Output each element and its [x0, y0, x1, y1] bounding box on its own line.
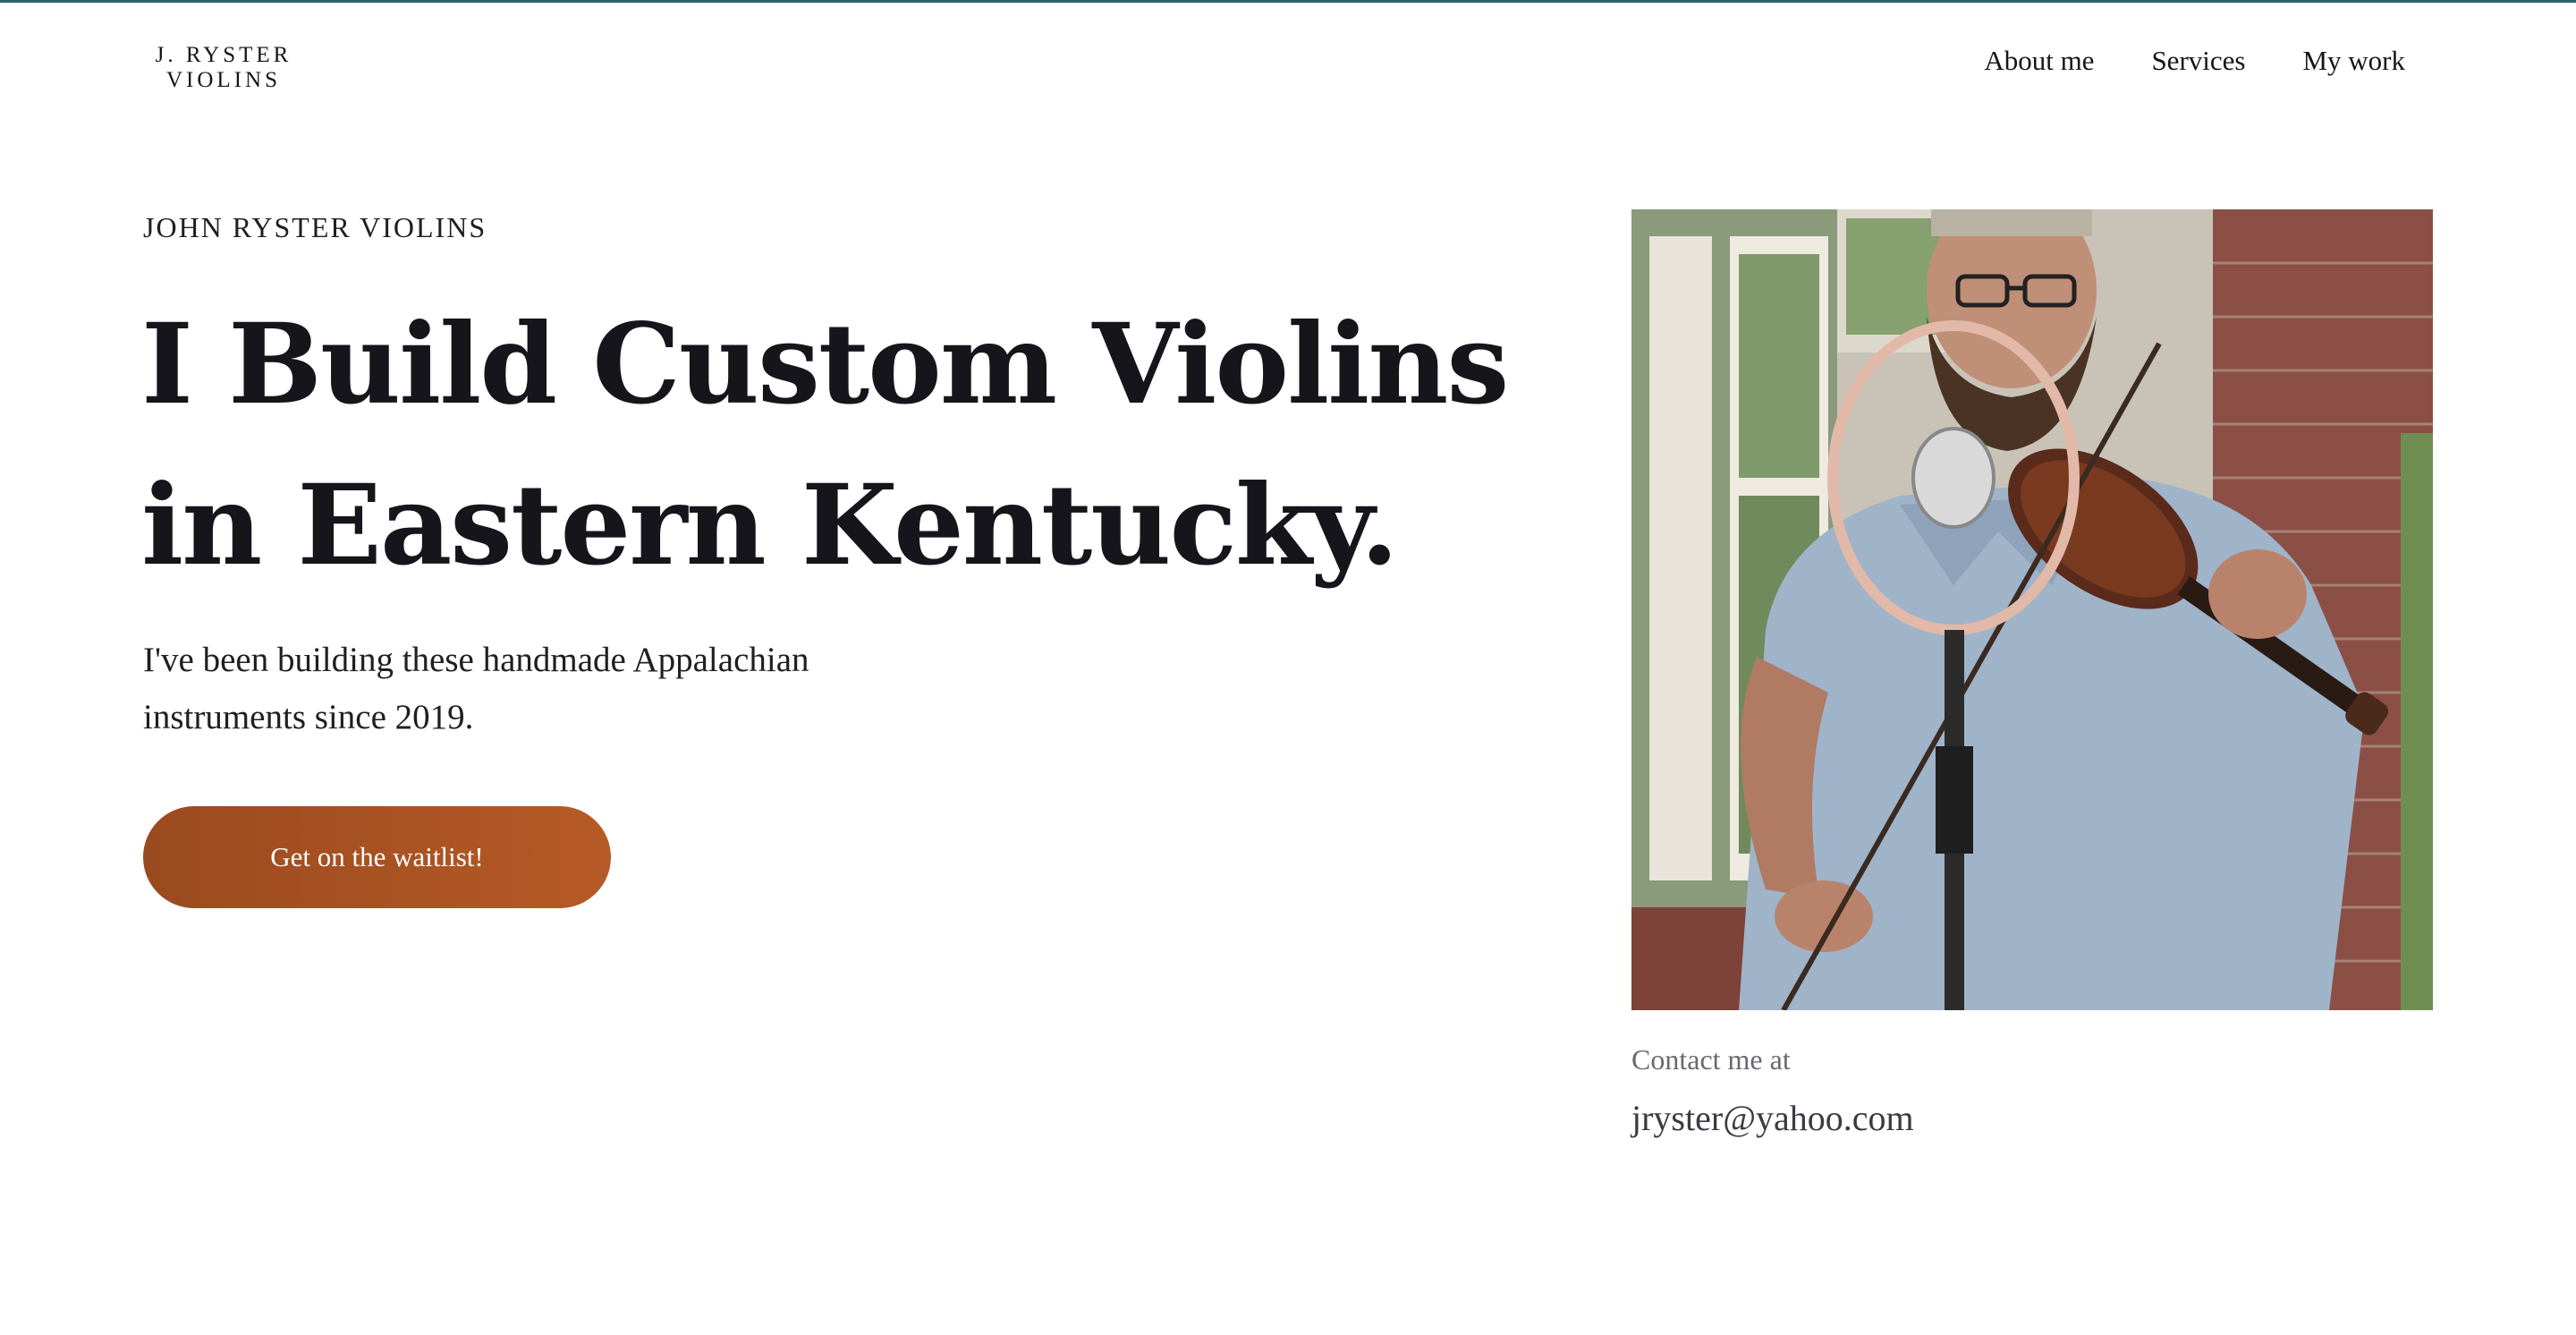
- nav-link-about-me[interactable]: About me: [1984, 45, 2094, 77]
- hero-headline: I Build Custom Violins in Eastern Kentuc…: [141, 285, 1572, 607]
- violinist-photo-illustration: [1631, 209, 2433, 1010]
- contact-email-link[interactable]: jryster@yahoo.com: [1631, 1097, 1914, 1139]
- waitlist-button[interactable]: Get on the waitlist!: [143, 806, 611, 908]
- logo-line-2: VIOLINS: [166, 68, 281, 92]
- contact-label: Contact me at: [1631, 1043, 1791, 1076]
- site-logo[interactable]: J. RYSTER VIOLINS: [143, 43, 304, 93]
- headline-line-1: I Build Custom Violins: [141, 300, 1509, 429]
- violinist-photo: [1631, 209, 2433, 1010]
- hero-lede: I've been building these handmade Appala…: [143, 641, 809, 736]
- logo-line-1: J. RYSTER: [155, 43, 292, 67]
- nav-link-services[interactable]: Services: [2151, 45, 2245, 77]
- hero-eyebrow: JOHN RYSTER VIOLINS: [143, 211, 487, 243]
- main-nav: About me Services My work: [1984, 45, 2405, 77]
- nav-link-my-work[interactable]: My work: [2302, 45, 2405, 77]
- top-accent-rule: [0, 0, 2576, 3]
- headline-line-2: in Eastern Kentucky.: [141, 461, 1399, 591]
